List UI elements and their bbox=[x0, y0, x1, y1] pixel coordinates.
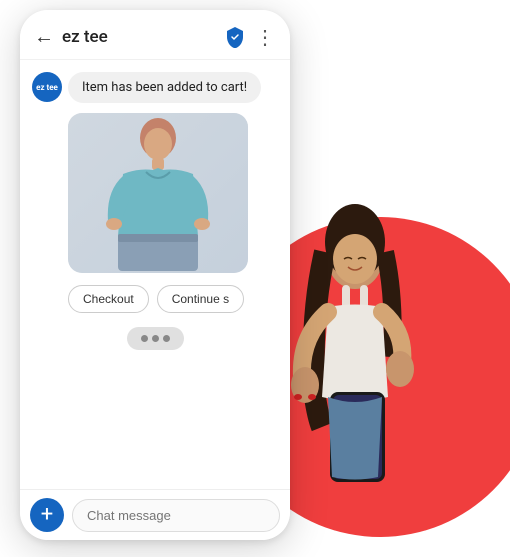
typing-indicator-row bbox=[32, 327, 278, 350]
checkout-button[interactable]: Checkout bbox=[68, 285, 149, 313]
typing-bubble bbox=[127, 327, 184, 350]
chat-body: ez tee Item has been added to cart! bbox=[20, 60, 290, 489]
chat-message-input[interactable] bbox=[72, 499, 280, 532]
add-attachment-button[interactable]: + bbox=[30, 498, 64, 532]
typing-dot-1 bbox=[141, 335, 148, 342]
more-options-button[interactable]: ⋮ bbox=[255, 25, 276, 49]
phone-mockup: ← ez tee ⋮ ez tee Item has been added to… bbox=[20, 10, 290, 540]
product-image bbox=[68, 113, 248, 273]
typing-dot-3 bbox=[163, 335, 170, 342]
added-to-cart-message: Item has been added to cart! bbox=[68, 72, 261, 103]
input-bar: + bbox=[20, 489, 290, 540]
product-sweater-svg bbox=[98, 116, 218, 271]
chat-header: ← ez tee ⋮ bbox=[20, 10, 290, 60]
chat-title: ez tee bbox=[62, 27, 215, 47]
continue-shopping-button[interactable]: Continue s bbox=[157, 285, 244, 313]
bot-avatar: ez tee bbox=[32, 72, 62, 102]
typing-dot-2 bbox=[152, 335, 159, 342]
product-card bbox=[68, 113, 248, 273]
action-buttons: Checkout Continue s bbox=[68, 285, 278, 313]
back-button[interactable]: ← bbox=[34, 24, 54, 49]
bot-message-row: ez tee Item has been added to cart! bbox=[32, 72, 278, 103]
shield-icon bbox=[223, 25, 247, 49]
